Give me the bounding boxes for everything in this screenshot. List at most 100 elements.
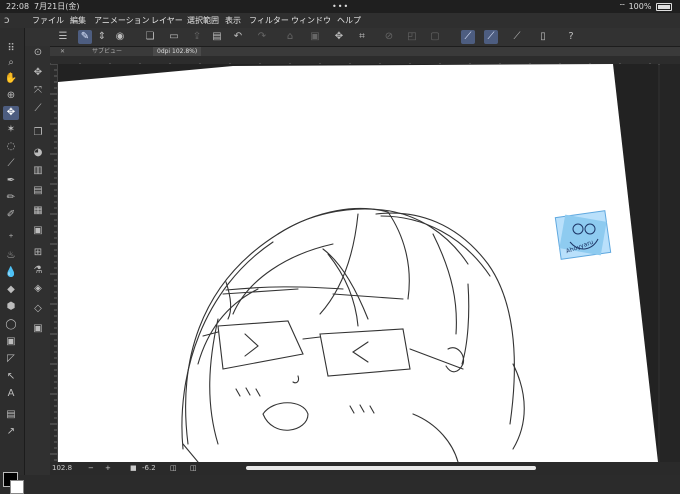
subtool-rotate-icon[interactable]: ⤧ bbox=[30, 84, 46, 98]
export-icon[interactable]: ▤ bbox=[210, 30, 224, 44]
multitask-dots[interactable]: ••• bbox=[332, 0, 349, 13]
close-tab-icon[interactable]: ✕ bbox=[60, 47, 65, 56]
angle-value[interactable]: -6.2 bbox=[142, 462, 156, 475]
home-indicator[interactable] bbox=[246, 466, 536, 470]
new-document-icon[interactable]: ❏ bbox=[143, 30, 157, 44]
fill-icon[interactable]: ▣ bbox=[308, 30, 322, 44]
frame-tool-icon[interactable]: ◸ bbox=[3, 352, 19, 366]
subtool-zoom-icon[interactable]: ⊙ bbox=[30, 46, 46, 60]
rotate-right-icon[interactable]: ◫ bbox=[190, 462, 197, 475]
invert-selection-icon[interactable]: ◰ bbox=[405, 30, 419, 44]
canvas-tab-bar: ✕ サブビュー 0dpi 102.8%) bbox=[50, 47, 680, 56]
canvas-artwork: Ahoyyaru bbox=[58, 64, 658, 462]
move-layer-tool-icon[interactable]: ✥ bbox=[3, 106, 19, 120]
eyedropper-tool-icon[interactable]: ⟋ bbox=[3, 157, 19, 171]
clear-icon[interactable]: ⌂ bbox=[283, 30, 297, 44]
selection-layer-icon[interactable]: ▢ bbox=[428, 30, 442, 44]
snap-grid-icon[interactable]: ⟋ bbox=[510, 30, 524, 44]
paper-sheet bbox=[58, 64, 658, 462]
subtool-palette-icon[interactable]: ▦ bbox=[30, 204, 46, 218]
menu-bar: ↄ ファイル 編集 アニメーション レイヤー 選択範囲 表示 フィルター ウィン… bbox=[0, 13, 680, 28]
blend-tool-icon[interactable]: 💧 bbox=[3, 266, 19, 280]
rotate-left-icon[interactable]: ◫ bbox=[170, 462, 177, 475]
subtool-paint-icon[interactable]: ▥ bbox=[30, 164, 46, 178]
brush-size-tool-icon[interactable]: ✎ bbox=[78, 30, 92, 44]
menu-animation[interactable]: アニメーション bbox=[94, 13, 150, 28]
subtool-frame-icon[interactable]: ▣ bbox=[30, 322, 46, 336]
crop-icon[interactable]: ⌗ bbox=[355, 30, 369, 44]
subtool-layers2-icon[interactable]: ◇ bbox=[30, 302, 46, 316]
grip-icon: ⠿ bbox=[7, 43, 15, 54]
angle-slider-knob[interactable]: ■ bbox=[130, 462, 137, 475]
clock: 22:08 bbox=[6, 2, 30, 11]
subtool-stack-icon[interactable]: ▣ bbox=[30, 224, 46, 238]
updown-arrows-icon[interactable]: ⇕ bbox=[95, 30, 109, 44]
menu-edit[interactable]: 編集 bbox=[70, 13, 86, 28]
drawing-canvas[interactable]: Ahoyyaru bbox=[58, 64, 658, 462]
canvas-right-margin bbox=[660, 64, 680, 462]
balloon-tool-icon[interactable]: ▤ bbox=[3, 408, 19, 422]
transform-icon[interactable]: ✥ bbox=[332, 30, 346, 44]
hamburger-menu-icon[interactable]: ☰ bbox=[56, 30, 70, 44]
menu-help[interactable]: ヘルプ bbox=[337, 13, 361, 28]
subtool-knife-icon[interactable]: ⟋ bbox=[30, 102, 46, 116]
text-tool-icon[interactable]: A bbox=[3, 387, 19, 401]
snap-special-ruler-icon[interactable]: ⟋ bbox=[484, 30, 498, 44]
smartphone-icon[interactable]: ▯ bbox=[536, 30, 550, 44]
subtool-flask-icon[interactable]: ⚗ bbox=[30, 264, 46, 278]
hand-tool-icon[interactable]: ✋ bbox=[3, 72, 19, 86]
ios-status-bar: 22:08 7月21日(金) ••• ⌔ 100% bbox=[0, 0, 680, 13]
subtool-layers-icon[interactable]: ◈ bbox=[30, 282, 46, 296]
subtool-move-icon[interactable]: ✥ bbox=[30, 66, 46, 80]
menu-layer[interactable]: レイヤー bbox=[151, 13, 183, 28]
battery-percent: 100% bbox=[628, 2, 652, 11]
auto-select-icon[interactable]: ✶ bbox=[3, 123, 19, 137]
save-icon[interactable]: ⇪ bbox=[190, 30, 204, 44]
zoom-in-icon[interactable]: + bbox=[105, 462, 111, 475]
gradient-tool-icon[interactable]: ◯ bbox=[3, 318, 19, 332]
stamp-sticker: Ahoyyaru bbox=[554, 210, 612, 260]
app-logo-icon[interactable]: ↄ bbox=[4, 13, 18, 28]
eraser-tool-icon[interactable]: ◆ bbox=[3, 283, 19, 297]
help-icon[interactable]: ? bbox=[564, 30, 578, 44]
pencil-tool-icon[interactable]: ✏ bbox=[3, 191, 19, 205]
brush-tool-icon[interactable]: ✐ bbox=[3, 208, 19, 222]
eye-icon[interactable]: ◉ bbox=[113, 30, 127, 44]
subtool-layer-icon[interactable]: ▤ bbox=[30, 184, 46, 198]
fill-tool-icon[interactable]: ⬢ bbox=[3, 300, 19, 314]
command-bar: ☰ ✎ ⇕ ◉ ❏ ▭ ⇪ ▤ ↶ ↷ ⌂ ▣ ✥ ⌗ ⊘ ◰ ▢ ⟋ ⟋ ⟋ … bbox=[0, 28, 680, 47]
subtool-grid-icon[interactable]: ⊞ bbox=[30, 246, 46, 260]
deselect-icon[interactable]: ⊘ bbox=[382, 30, 396, 44]
ruler-left-ticks bbox=[50, 63, 57, 461]
object-tool-icon[interactable]: ↖ bbox=[3, 370, 19, 384]
menu-view[interactable]: 表示 bbox=[225, 13, 241, 28]
tool-palette: ⠿ ⌕ ✋ ⊕ ✥ ✶ ◌ ⟋ ✒ ✏ ✐ ⁺ ♨ 💧 ◆ ⬢ ◯ ▣ ◸ ↖ … bbox=[0, 28, 25, 494]
open-folder-icon[interactable]: ▭ bbox=[167, 30, 181, 44]
sub-tool-palette: ⊙ ✥ ⤧ ⟋ ❐ ◕ ▥ ▤ ▦ ▣ ⊞ ⚗ ◈ ◇ ▣ bbox=[25, 46, 51, 475]
figure-tool-icon[interactable]: ▣ bbox=[3, 335, 19, 349]
canvas-zoom-tab[interactable]: 0dpi 102.8%) bbox=[153, 47, 202, 56]
operation-tool-icon[interactable]: ⊕ bbox=[3, 89, 19, 103]
subtool-copy-icon[interactable]: ❐ bbox=[30, 126, 46, 140]
date: 7月21日(金) bbox=[34, 2, 80, 11]
pen-tool-icon[interactable]: ✒ bbox=[3, 174, 19, 188]
decoration-tool-icon[interactable]: ♨ bbox=[3, 249, 19, 263]
menu-filter[interactable]: フィルター bbox=[249, 13, 289, 28]
canvas-status-bar: 102.8 − + ■ -6.2 ◫ ◫ bbox=[50, 462, 680, 475]
subtool-drop-icon[interactable]: ◕ bbox=[30, 146, 46, 160]
lasso-tool-icon[interactable]: ◌ bbox=[3, 140, 19, 154]
undo-icon[interactable]: ↶ bbox=[231, 30, 245, 44]
menu-selection[interactable]: 選択範囲 bbox=[187, 13, 219, 28]
sub-view-tab[interactable]: サブビュー bbox=[92, 47, 122, 56]
menu-window[interactable]: ウィンドウ bbox=[291, 13, 331, 28]
sub-color-swatch[interactable] bbox=[10, 480, 24, 494]
redo-icon[interactable]: ↷ bbox=[255, 30, 269, 44]
zoom-out-icon[interactable]: − bbox=[88, 462, 94, 475]
airbrush-tool-icon[interactable]: ⁺ bbox=[3, 232, 19, 246]
zoom-tool-icon[interactable]: ⌕ bbox=[3, 56, 19, 70]
menu-file[interactable]: ファイル bbox=[32, 13, 64, 28]
line-correction-icon[interactable]: ↗ bbox=[3, 425, 19, 439]
battery-icon bbox=[656, 2, 672, 11]
ruler-snap-icon[interactable]: ⟋ bbox=[461, 30, 475, 44]
zoom-value[interactable]: 102.8 bbox=[52, 462, 72, 475]
